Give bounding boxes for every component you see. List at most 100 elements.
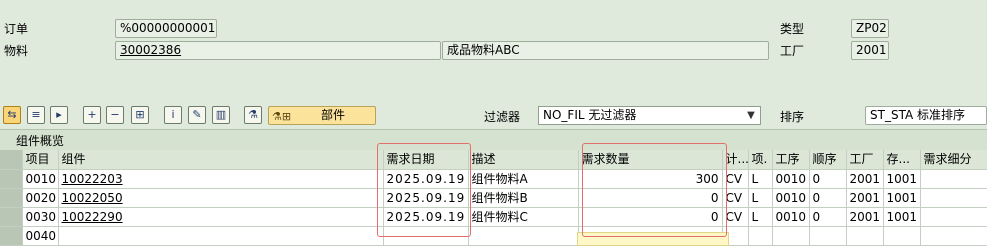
insert-row-icon[interactable]: + xyxy=(83,106,101,124)
component-link[interactable]: 10022290 xyxy=(62,210,123,224)
column-header[interactable]: 项目 xyxy=(22,150,59,170)
filter-value: NO_FIL 无过滤器 xyxy=(543,108,637,122)
chevron-down-icon[interactable]: ▼ xyxy=(742,107,760,124)
segment-cell[interactable] xyxy=(920,207,987,227)
operation-cell[interactable]: 0010 xyxy=(772,207,810,227)
operation-cell[interactable]: 0010 xyxy=(772,169,810,189)
unit-cell[interactable]: CV xyxy=(722,169,749,189)
description-cell[interactable]: 组件物料B xyxy=(468,188,579,208)
edit-icon[interactable]: ✎ xyxy=(188,106,206,124)
item-cell[interactable]: 0040 xyxy=(22,226,59,246)
column-layout-icon[interactable]: ▥ xyxy=(212,106,230,124)
column-header[interactable]: 存... xyxy=(883,150,921,170)
segment-cell[interactable] xyxy=(920,188,987,208)
component-table: 项目 组件 需求日期 描述 需求数量 计... 项. 工序 顺序 工厂 存...… xyxy=(0,150,987,246)
storage-cell[interactable]: 1001 xyxy=(883,207,921,227)
component-overview-title: 组件概览 xyxy=(0,129,987,150)
operation-cell[interactable]: 0010 xyxy=(772,188,810,208)
next-object-icon[interactable]: ▸ xyxy=(50,106,68,124)
description-cell[interactable]: 组件物料C xyxy=(468,207,579,227)
component-cell[interactable]: 10022203 xyxy=(58,169,384,189)
filter-dropdown[interactable]: NO_FIL 无过滤器 ▼ xyxy=(538,106,761,125)
column-header[interactable]: 项. xyxy=(748,150,773,170)
column-header[interactable]: 需求数量 xyxy=(578,150,723,170)
column-header[interactable]: 工序 xyxy=(772,150,810,170)
segment-cell[interactable] xyxy=(920,226,987,246)
sequence-cell[interactable]: 0 xyxy=(809,188,847,208)
material-label: 物料 xyxy=(4,44,29,58)
table-row[interactable]: 0030 10022290 2025.09.19 组件物料C 0 CV L 00… xyxy=(0,207,987,227)
plant-field[interactable]: 2001 xyxy=(851,41,889,60)
row-selector[interactable] xyxy=(0,207,23,227)
row-selector[interactable] xyxy=(0,169,23,189)
item-category-cell[interactable]: L xyxy=(748,169,773,189)
item-cell[interactable]: 0020 xyxy=(22,188,59,208)
order-label: 订单 xyxy=(4,22,29,36)
required-qty-cell[interactable]: 0 xyxy=(578,207,723,227)
sequence-cell[interactable] xyxy=(809,226,847,246)
column-header[interactable]: 工厂 xyxy=(846,150,884,170)
panel-title-text: 组件概览 xyxy=(16,134,65,148)
component-cell[interactable] xyxy=(58,226,384,246)
table-row[interactable]: 0040 xyxy=(0,226,987,246)
column-header[interactable]: 顺序 xyxy=(809,150,847,170)
required-date-cell[interactable]: 2025.09.19 xyxy=(383,207,469,227)
parts-button[interactable]: ⚗⊞ 部件 xyxy=(268,106,376,125)
sort-field[interactable]: ST_STA 标准排序 xyxy=(865,106,987,125)
sequence-cell[interactable]: 0 xyxy=(809,207,847,227)
material-description-field[interactable]: 成品物料ABC xyxy=(442,41,769,60)
quantity-input-cell[interactable] xyxy=(577,232,729,246)
description-cell[interactable]: 组件物料A xyxy=(468,169,579,189)
delete-row-icon[interactable]: − xyxy=(106,106,124,124)
select-all-cell[interactable] xyxy=(0,150,23,170)
storage-cell[interactable]: 1001 xyxy=(883,169,921,189)
item-cell[interactable]: 0030 xyxy=(22,207,59,227)
plant-cell[interactable]: 2001 xyxy=(846,188,884,208)
sequence-cell[interactable]: 0 xyxy=(809,169,847,189)
description-cell[interactable] xyxy=(468,226,579,246)
type-field[interactable]: ZP02 xyxy=(851,19,889,38)
plant-cell[interactable]: 2001 xyxy=(846,169,884,189)
info-icon[interactable]: i xyxy=(164,106,182,124)
item-cell[interactable]: 0010 xyxy=(22,169,59,189)
row-selector[interactable] xyxy=(0,226,23,246)
column-header[interactable]: 需求日期 xyxy=(383,150,469,170)
structure-icon[interactable]: ⊞ xyxy=(131,106,149,124)
plant-cell[interactable] xyxy=(846,226,884,246)
display-toggle-icon[interactable]: ⇆ xyxy=(3,106,21,124)
operation-cell[interactable] xyxy=(772,226,810,246)
row-selector[interactable] xyxy=(0,188,23,208)
filter-label: 过滤器 xyxy=(484,110,521,124)
segment-cell[interactable] xyxy=(920,169,987,189)
component-link[interactable]: 10022050 xyxy=(62,191,123,205)
material-field[interactable]: 30002386 xyxy=(115,41,441,60)
required-date-cell[interactable]: 2025.09.19 xyxy=(383,169,469,189)
column-header[interactable]: 组件 xyxy=(58,150,384,170)
storage-cell[interactable]: 1001 xyxy=(883,188,921,208)
required-date-cell[interactable]: 2025.09.19 xyxy=(383,188,469,208)
item-category-cell[interactable]: L xyxy=(748,188,773,208)
column-header[interactable]: 计... xyxy=(722,150,749,170)
item-category-cell[interactable] xyxy=(748,226,773,246)
table-header-row: 项目 组件 需求日期 描述 需求数量 计... 项. 工序 顺序 工厂 存...… xyxy=(0,150,987,170)
component-link[interactable]: 10022203 xyxy=(62,172,123,186)
table-row[interactable]: 0020 10022050 2025.09.19 组件物料B 0 CV L 00… xyxy=(0,188,987,208)
unit-cell[interactable]: CV xyxy=(722,188,749,208)
column-header[interactable]: 描述 xyxy=(468,150,579,170)
required-date-cell[interactable] xyxy=(383,226,469,246)
details-icon[interactable]: ≡ xyxy=(27,106,45,124)
parts-icon: ⚗⊞ xyxy=(272,110,292,123)
required-qty-cell[interactable]: 0 xyxy=(578,188,723,208)
unit-cell[interactable]: CV xyxy=(722,207,749,227)
component-cell[interactable]: 10022050 xyxy=(58,188,384,208)
type-label: 类型 xyxy=(780,22,805,36)
plant-cell[interactable]: 2001 xyxy=(846,207,884,227)
component-cell[interactable]: 10022290 xyxy=(58,207,384,227)
storage-cell[interactable] xyxy=(883,226,921,246)
item-category-cell[interactable]: L xyxy=(748,207,773,227)
order-field[interactable]: %00000000001 xyxy=(115,19,217,38)
required-qty-cell[interactable]: 300 xyxy=(578,169,723,189)
table-row[interactable]: 0010 10022203 2025.09.19 组件物料A 300 CV L … xyxy=(0,169,987,189)
column-header[interactable]: 需求细分 xyxy=(920,150,987,170)
flask-icon[interactable]: ⚗ xyxy=(244,106,262,124)
